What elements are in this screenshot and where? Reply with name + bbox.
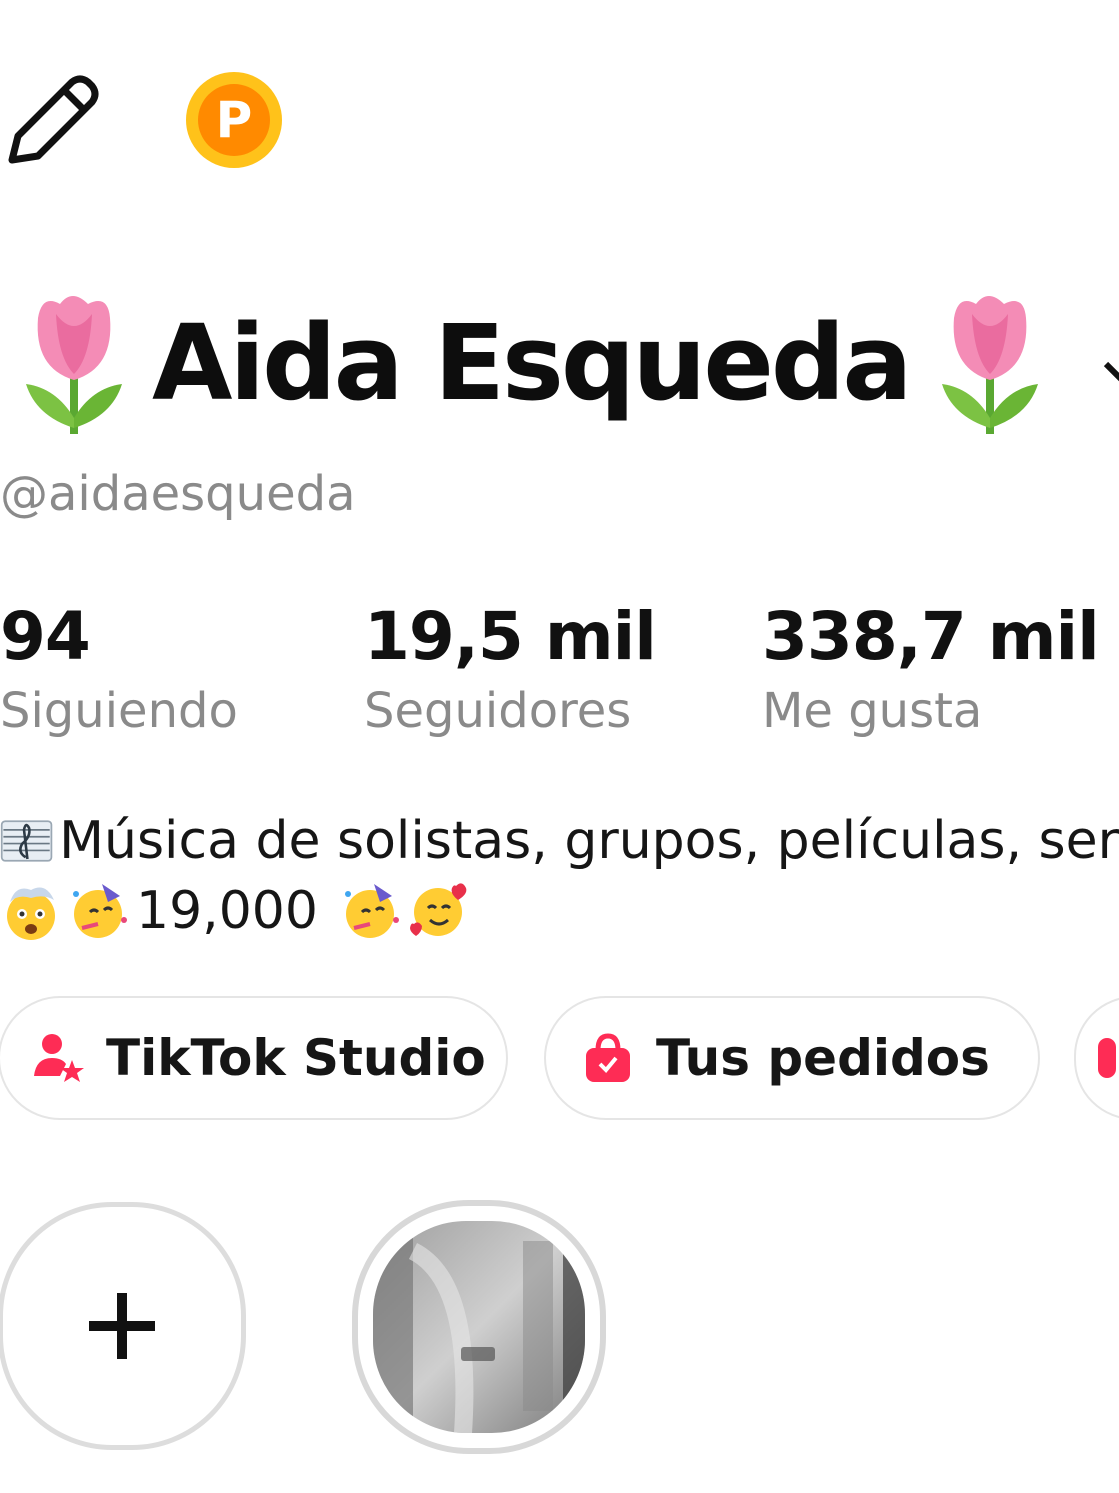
- musical-score-icon: [0, 820, 53, 862]
- partying-face-icon: [73, 884, 127, 938]
- stat-followers-label: Seguidores: [364, 683, 632, 739]
- stat-followers-value: 19,5 mil: [364, 598, 657, 675]
- add-story-button[interactable]: [0, 1202, 246, 1450]
- shopping-bag-icon: [586, 1033, 630, 1082]
- plus-icon: [89, 1293, 155, 1359]
- orders-button[interactable]: Tus pedidos: [544, 996, 1040, 1120]
- points-badge[interactable]: P: [186, 72, 282, 168]
- shortcut-icon: [1098, 1038, 1116, 1078]
- tiktok-studio-button[interactable]: TikTok Studio: [0, 996, 508, 1120]
- username: @aidaesqueda: [0, 466, 356, 522]
- stat-following-label: Siguiendo: [0, 683, 238, 739]
- bio-text-1: Música de solistas, grupos, películas, s…: [59, 811, 1119, 871]
- tiktok-studio-label: TikTok Studio: [106, 1029, 486, 1087]
- stat-followers[interactable]: 19,5 mil Seguidores: [364, 598, 657, 739]
- tulip-icon: [26, 296, 122, 434]
- bio-line-1: Música de solistas, grupos, películas, s…: [0, 806, 1119, 876]
- stat-following[interactable]: 94 Siguiendo: [0, 598, 238, 739]
- display-name: Aida Esqueda: [152, 302, 913, 424]
- story-thumbnail[interactable]: [352, 1200, 606, 1454]
- story-photo: [373, 1221, 585, 1433]
- chevron-down-icon[interactable]: [1100, 350, 1119, 390]
- display-name-row: Aida Esqueda: [16, 288, 1048, 438]
- stat-likes-label: Me gusta: [762, 683, 983, 739]
- smiling-face-with-hearts-icon: [409, 883, 467, 936]
- more-shortcut-button[interactable]: [1074, 996, 1119, 1120]
- bio: Música de solistas, grupos, películas, s…: [0, 806, 1119, 946]
- stat-likes[interactable]: 338,7 mil Me gusta: [762, 598, 1100, 739]
- pencil-icon[interactable]: [4, 70, 100, 166]
- bio-text-2: 19,000: [136, 881, 318, 941]
- bio-line-2: 19,000: [0, 876, 1119, 946]
- partying-face-icon: [344, 884, 399, 938]
- profile-page: P Aida Esqueda @aidaesqueda 94 Siguiendo…: [0, 0, 1119, 1493]
- stat-likes-value: 338,7 mil: [762, 598, 1100, 675]
- points-badge-label: P: [198, 84, 270, 156]
- orders-label: Tus pedidos: [656, 1029, 990, 1087]
- stat-following-value: 94: [0, 598, 91, 675]
- exploding-head-icon: [7, 887, 55, 940]
- creator-star-icon: [34, 1034, 84, 1082]
- tulip-icon: [941, 296, 1038, 434]
